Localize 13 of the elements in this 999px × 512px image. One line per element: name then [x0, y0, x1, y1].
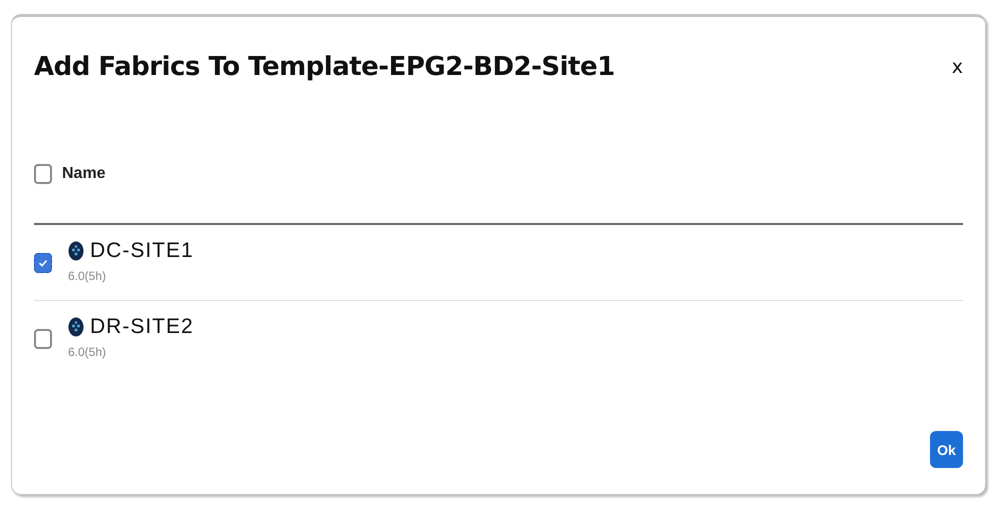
- fabric-name: DC-SITE1: [90, 238, 194, 262]
- checkbox[interactable]: [34, 252, 52, 272]
- dialog-title: Add Fabrics To Template-EPG2-BD2-Site1: [34, 52, 615, 82]
- checkbox[interactable]: [34, 328, 52, 348]
- fabric-name: DR-SITE2: [90, 314, 194, 338]
- column-header: Name: [62, 165, 106, 183]
- close-button[interactable]: x: [946, 56, 969, 78]
- checkbox[interactable]: [34, 164, 52, 184]
- fabric-icon: [68, 316, 84, 336]
- ok-button[interactable]: Ok: [930, 431, 963, 468]
- fabric-icon: [68, 240, 84, 260]
- version-text: 6.0(5h): [68, 344, 108, 358]
- version-text: 6.0(5h): [68, 268, 108, 282]
